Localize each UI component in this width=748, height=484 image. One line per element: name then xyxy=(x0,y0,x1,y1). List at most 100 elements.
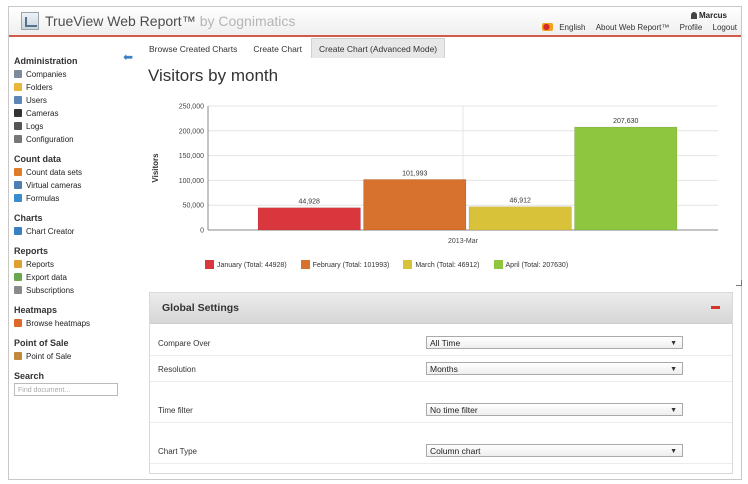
tab-bar: Browse Created Charts Create Chart Create … xyxy=(142,38,447,58)
bar-4 xyxy=(574,126,678,231)
language-flag-icon[interactable] xyxy=(542,23,554,31)
sidebar-item-label: Cameras xyxy=(26,109,59,118)
sidebar-item-label: Folders xyxy=(26,83,53,92)
sidebar-item-label: Export data xyxy=(26,273,67,282)
app-header: TrueView Web Report™ by Cognimatics Marcu… xyxy=(9,7,741,37)
building-icon xyxy=(14,70,22,78)
brand-suffix: by Cognimatics xyxy=(199,13,296,29)
collapse-minus-icon[interactable] xyxy=(711,306,720,309)
export-icon xyxy=(14,273,22,281)
sidebar-item-virtual-cameras[interactable]: Virtual cameras xyxy=(14,179,134,192)
chart-legend: January (Total: 44928) February (Total: 1… xyxy=(205,260,582,269)
y-tick-label: 250,000 xyxy=(179,104,204,111)
sidebar-section-title: Point of Sale xyxy=(14,338,69,348)
sidebar-item-count-data-sets[interactable]: Count data sets xyxy=(14,166,134,179)
brand-name: TrueView Web Report™ xyxy=(45,13,196,29)
global-settings-panel: Global Settings Compare Over All Time ▼ R… xyxy=(149,292,733,474)
legend-label: January (Total: 44928) xyxy=(217,262,287,269)
legend-item[interactable]: January (Total: 44928) xyxy=(205,260,287,269)
sidebar-section-title: Heatmaps xyxy=(14,305,58,315)
setting-row-time-filter: Time filter No time filter ▼ xyxy=(150,398,732,423)
profile-link[interactable]: Profile xyxy=(680,23,703,32)
formula-icon xyxy=(14,194,22,202)
tab-browse-created-charts[interactable]: Browse Created Charts xyxy=(142,39,244,59)
resolution-select[interactable]: Months ▼ xyxy=(426,362,683,375)
language-link[interactable]: English xyxy=(559,23,585,32)
sidebar-item-formulas[interactable]: Formulas xyxy=(14,192,134,205)
sidebar-section-title: Search xyxy=(14,371,45,381)
visitors-chart: 0 50,000 100,000 150,000 200,000 250,000 Visit… xyxy=(151,104,718,245)
sidebar-item-logs[interactable]: Logs xyxy=(14,120,134,133)
sidebar-section-title: Reports xyxy=(14,246,49,256)
tab-create-chart[interactable]: Create Chart xyxy=(246,39,309,59)
sidebar-item-label: Reports xyxy=(26,260,55,269)
bar-3 xyxy=(468,206,572,231)
sidebar-item-reports[interactable]: Reports xyxy=(14,258,134,271)
sidebar: Administration Companies Folders Users Camer… xyxy=(14,56,134,396)
bar-1 xyxy=(257,207,361,231)
legend-swatch xyxy=(493,260,503,269)
sidebar-item-label: Configuration xyxy=(26,135,74,144)
sidebar-item-label: Subscriptions xyxy=(26,286,75,295)
user-name[interactable]: Marcus xyxy=(690,11,727,20)
dropdown-arrow-icon: ▼ xyxy=(670,340,677,347)
search-input[interactable]: Find document... xyxy=(14,383,118,396)
legend-label: February (Total: 101993) xyxy=(312,262,390,269)
logout-link[interactable]: Logout xyxy=(713,23,737,32)
app-logo-icon xyxy=(21,12,39,30)
sidebar-item-browse-heatmaps[interactable]: Browse heatmaps xyxy=(14,317,134,330)
legend-item[interactable]: March (Total: 46912) xyxy=(403,260,480,269)
time-filter-select[interactable]: No time filter ▼ xyxy=(426,403,683,416)
users-icon xyxy=(14,96,22,104)
pos-icon xyxy=(14,352,22,360)
legend-label: March (Total: 46912) xyxy=(415,262,480,269)
sidebar-item-export-data[interactable]: Export data xyxy=(14,271,134,284)
sidebar-item-label: Formulas xyxy=(26,194,60,203)
config-icon xyxy=(14,135,22,143)
sidebar-item-label: Point of Sale xyxy=(26,352,72,361)
about-link[interactable]: About Web Report™ xyxy=(596,23,670,32)
sidebar-item-label: Browse heatmaps xyxy=(26,319,91,328)
bar-data-label: 101,993 xyxy=(402,170,427,177)
sidebar-item-chart-creator[interactable]: Chart Creator xyxy=(14,225,134,238)
y-axis-label: Visitors xyxy=(151,153,160,183)
sidebar-item-companies[interactable]: Companies xyxy=(14,68,134,81)
resolution-value: Months xyxy=(430,364,458,374)
report-icon xyxy=(14,260,22,268)
camera-icon xyxy=(14,109,22,117)
y-tick-label: 200,000 xyxy=(179,128,204,135)
sidebar-item-cameras[interactable]: Cameras xyxy=(14,107,134,120)
sidebar-section-title: Administration xyxy=(14,56,78,66)
sidebar-item-subscriptions[interactable]: Subscriptions xyxy=(14,284,134,297)
y-tick-label: 0 xyxy=(200,228,204,235)
page-title: Visitors by month xyxy=(148,66,279,85)
legend-item[interactable]: April (Total: 207630) xyxy=(493,260,568,269)
sidebar-item-label: Chart Creator xyxy=(26,227,75,236)
log-icon xyxy=(14,122,22,130)
sidebar-section-title: Charts xyxy=(14,213,43,223)
sidebar-item-folders[interactable]: Folders xyxy=(14,81,134,94)
time-filter-value: No time filter xyxy=(430,405,478,415)
global-settings-header[interactable]: Global Settings xyxy=(150,293,732,324)
legend-swatch xyxy=(300,260,310,269)
resize-handle-icon[interactable] xyxy=(736,280,742,286)
heatmap-icon xyxy=(14,319,22,327)
bar-2 xyxy=(363,179,467,231)
bar-data-label: 44,928 xyxy=(299,199,321,206)
resolution-label: Resolution xyxy=(158,365,196,374)
user-icon xyxy=(690,12,697,19)
chart-type-select[interactable]: Column chart ▼ xyxy=(426,444,683,457)
subscription-icon xyxy=(14,286,22,294)
tab-create-chart-advanced[interactable]: Create Chart (Advanced Mode) xyxy=(311,38,446,58)
sidebar-item-configuration[interactable]: Configuration xyxy=(14,133,134,146)
y-tick-label: 100,000 xyxy=(179,178,204,185)
dropdown-arrow-icon: ▼ xyxy=(670,448,677,455)
sidebar-item-point-of-sale[interactable]: Point of Sale xyxy=(14,350,134,363)
sidebar-section-title: Count data xyxy=(14,154,61,164)
dropdown-arrow-icon: ▼ xyxy=(670,366,677,373)
compare-over-select[interactable]: All Time ▼ xyxy=(426,336,683,349)
legend-item[interactable]: February (Total: 101993) xyxy=(300,260,390,269)
sidebar-item-users[interactable]: Users xyxy=(14,94,134,107)
user-name-text: Marcus xyxy=(698,11,727,20)
chart-type-value: Column chart xyxy=(430,446,481,456)
